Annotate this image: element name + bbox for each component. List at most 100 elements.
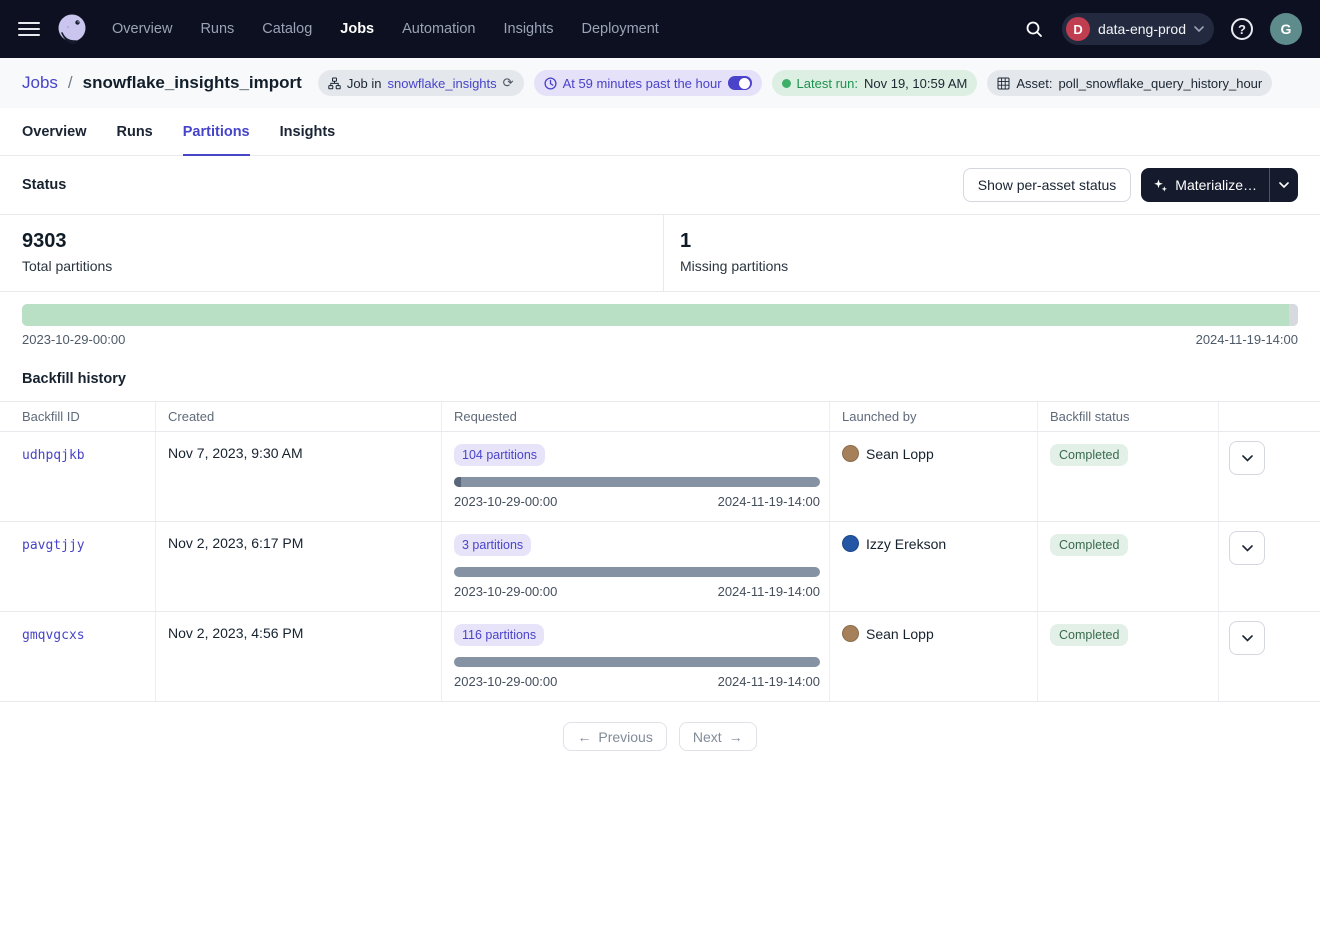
launcher-avatar <box>842 535 859 552</box>
col-actions <box>1218 402 1320 431</box>
backfill-id-link[interactable]: udhpqjkb <box>22 448 85 463</box>
chevron-down-icon <box>1242 635 1253 642</box>
launcher-avatar <box>842 445 859 462</box>
row-range-start: 2023-10-29-00:00 <box>454 494 557 509</box>
reload-icon[interactable]: ⟳ <box>503 75 514 91</box>
page-tabs: Overview Runs Partitions Insights <box>0 108 1320 156</box>
backfill-table-body: udhpqjkb Nov 7, 2023, 9:30 AM 104 partit… <box>0 432 1320 702</box>
col-requested: Requested <box>441 402 829 431</box>
backfill-id-link[interactable]: pavgtjjy <box>22 538 85 553</box>
previous-page-button[interactable]: ← Previous <box>563 722 666 751</box>
nav-item-insights[interactable]: Insights <box>503 21 553 37</box>
dagster-logo-icon[interactable] <box>54 11 90 47</box>
table-row: udhpqjkb Nov 7, 2023, 9:30 AM 104 partit… <box>0 432 1320 522</box>
materialize-button[interactable]: Materialize… <box>1141 168 1270 202</box>
requested-range-bar <box>454 477 820 487</box>
user-avatar[interactable]: G <box>1270 13 1302 45</box>
created-timestamp: Nov 7, 2023, 9:30 AM <box>168 445 303 461</box>
hamburger-menu-icon[interactable] <box>18 22 40 36</box>
pagination: ← Previous Next → <box>0 702 1320 771</box>
top-nav: Overview Runs Catalog Jobs Automation In… <box>0 0 1320 58</box>
page-title: snowflake_insights_import <box>83 73 302 93</box>
row-range-end: 2024-11-19-14:00 <box>718 584 820 599</box>
launched-by-name: Izzy Erekson <box>866 536 946 552</box>
row-actions-button[interactable] <box>1229 621 1265 655</box>
nav-item-overview[interactable]: Overview <box>112 21 172 37</box>
partition-counts: 9303 Total partitions 1 Missing partitio… <box>0 214 1320 292</box>
asset-table-icon <box>997 77 1010 90</box>
partition-status-bar[interactable] <box>22 304 1298 326</box>
row-actions-button[interactable] <box>1229 441 1265 475</box>
sparkle-icon <box>1153 178 1168 193</box>
nav-item-runs[interactable]: Runs <box>200 21 234 37</box>
deployment-name: data-eng-prod <box>1098 21 1186 37</box>
breadcrumb: Jobs / snowflake_insights_import Job in … <box>0 58 1320 108</box>
launched-by-name: Sean Lopp <box>866 446 934 462</box>
schedule-label: At 59 minutes past the hour <box>563 76 722 91</box>
partitions-count-badge[interactable]: 116 partitions <box>454 624 544 646</box>
help-icon[interactable]: ? <box>1226 13 1258 45</box>
col-created: Created <box>155 402 441 431</box>
row-range-end: 2024-11-19-14:00 <box>718 674 820 689</box>
backfill-table-header: Backfill ID Created Requested Launched b… <box>0 401 1320 432</box>
arrow-left-icon: ← <box>577 729 591 745</box>
job-in-label: Job in <box>347 76 382 91</box>
backfill-status-badge: Completed <box>1050 444 1128 466</box>
launcher-avatar <box>842 625 859 642</box>
next-page-button[interactable]: Next → <box>679 722 757 751</box>
missing-partitions-value: 1 <box>680 230 1298 253</box>
status-heading: Status <box>22 177 66 193</box>
status-section-header: Status Show per-asset status Materialize… <box>0 156 1320 214</box>
primary-nav: Overview Runs Catalog Jobs Automation In… <box>112 21 659 37</box>
total-partitions-value: 9303 <box>22 230 641 253</box>
clock-icon <box>544 77 557 90</box>
launched-by-name: Sean Lopp <box>866 626 934 642</box>
tab-partitions[interactable]: Partitions <box>183 124 250 156</box>
latest-run-time[interactable]: Nov 19, 10:59 AM <box>864 76 967 91</box>
code-location-link[interactable]: snowflake_insights <box>388 76 497 91</box>
chevron-down-icon <box>1279 182 1289 188</box>
show-per-asset-status-button[interactable]: Show per-asset status <box>963 168 1132 202</box>
nav-item-automation[interactable]: Automation <box>402 21 475 37</box>
created-timestamp: Nov 2, 2023, 6:17 PM <box>168 535 303 551</box>
col-backfill-status: Backfill status <box>1037 402 1218 431</box>
search-icon[interactable] <box>1018 13 1050 45</box>
partition-range-end: 2024-11-19-14:00 <box>1196 332 1298 347</box>
nav-item-catalog[interactable]: Catalog <box>262 21 312 37</box>
schedule-toggle[interactable] <box>728 76 752 90</box>
breadcrumb-separator: / <box>68 73 73 93</box>
chevron-down-icon <box>1194 26 1204 32</box>
missing-partitions-label: Missing partitions <box>680 258 1298 274</box>
partitions-count-badge[interactable]: 104 partitions <box>454 444 545 466</box>
breadcrumb-jobs-link[interactable]: Jobs <box>22 73 58 93</box>
partitions-count-badge[interactable]: 3 partitions <box>454 534 531 556</box>
backfill-status-badge: Completed <box>1050 534 1128 556</box>
requested-range-bar <box>454 567 820 577</box>
backfill-status-badge: Completed <box>1050 624 1128 646</box>
job-location-badge: Job in snowflake_insights ⟳ <box>318 70 524 96</box>
tab-insights[interactable]: Insights <box>280 124 336 156</box>
row-actions-button[interactable] <box>1229 531 1265 565</box>
requested-range-bar <box>454 657 820 667</box>
asset-name[interactable]: poll_snowflake_query_history_hour <box>1058 76 1262 91</box>
nav-item-deployment[interactable]: Deployment <box>581 21 658 37</box>
arrow-right-icon: → <box>729 729 743 745</box>
missing-partition-segment <box>1289 304 1298 326</box>
tab-overview[interactable]: Overview <box>22 124 87 156</box>
tab-runs[interactable]: Runs <box>117 124 153 156</box>
materialize-split-button: Materialize… <box>1141 168 1298 202</box>
created-timestamp: Nov 2, 2023, 4:56 PM <box>168 625 303 641</box>
latest-run-badge: Latest run: Nov 19, 10:59 AM <box>772 70 978 96</box>
backfill-id-link[interactable]: gmqvgcxs <box>22 628 85 643</box>
deployment-switcher[interactable]: D data-eng-prod <box>1062 13 1214 45</box>
row-range-end: 2024-11-19-14:00 <box>718 494 820 509</box>
col-launched-by: Launched by <box>829 402 1037 431</box>
nav-item-jobs[interactable]: Jobs <box>340 21 374 37</box>
row-range-start: 2023-10-29-00:00 <box>454 584 557 599</box>
schedule-badge: At 59 minutes past the hour <box>534 70 762 96</box>
row-range-start: 2023-10-29-00:00 <box>454 674 557 689</box>
backfill-history-heading: Backfill history <box>0 347 1320 401</box>
graph-icon <box>328 77 341 90</box>
asset-badge: Asset: poll_snowflake_query_history_hour <box>987 70 1272 96</box>
materialize-options-button[interactable] <box>1270 168 1298 202</box>
